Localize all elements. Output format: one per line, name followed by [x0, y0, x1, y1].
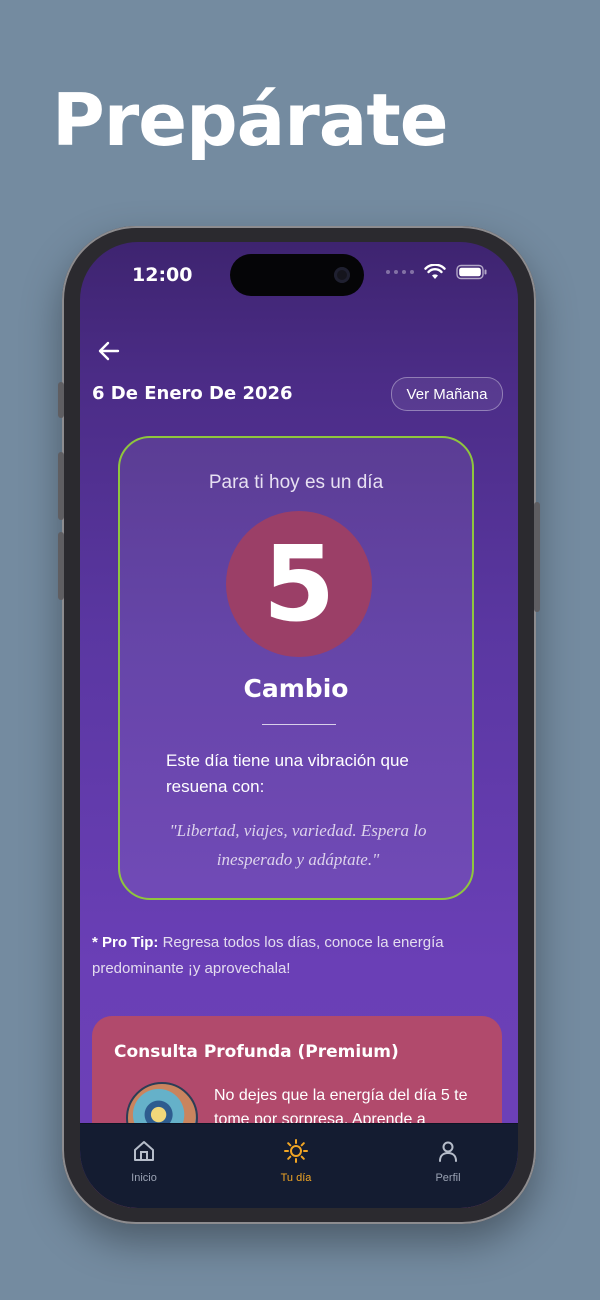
date-label: 6 De Enero De 2026 — [92, 383, 293, 404]
day-number-badge: 5 — [226, 511, 372, 657]
app-screen: 12:00 6 De Enero De 2026 Ver Mañana Para… — [80, 242, 518, 1208]
home-icon — [134, 1141, 154, 1161]
day-number-card: Para ti hoy es un día 5 Cambio Este día … — [118, 436, 474, 900]
signal-icon — [386, 270, 414, 274]
arrow-left-icon — [98, 341, 120, 361]
phone-frame: 12:00 6 De Enero De 2026 Ver Mañana Para… — [58, 226, 540, 1224]
day-quote: "Libertad, viajes, variedad. Espera lo i… — [169, 821, 427, 869]
volume-up-button — [58, 452, 64, 520]
status-icons — [386, 264, 488, 280]
power-button — [534, 502, 540, 612]
tab-tu-dia[interactable]: Tu día — [246, 1138, 346, 1184]
dynamic-island — [230, 254, 364, 296]
tab-bar: Inicio Tu día Perfil — [80, 1123, 518, 1208]
premium-title: Consulta Profunda (Premium) — [114, 1042, 399, 1062]
next-day-button[interactable]: Ver Mañana — [391, 377, 503, 411]
pro-tip: * Pro Tip: Regresa todos los días, conoc… — [92, 930, 492, 982]
action-button — [58, 382, 64, 418]
tab-inicio[interactable]: Inicio — [94, 1138, 194, 1184]
divider — [262, 724, 336, 725]
status-time: 12:00 — [132, 264, 193, 286]
promo-headline: Prepárate — [52, 78, 449, 162]
battery-icon — [456, 264, 487, 280]
card-subtitle: Para ti hoy es un día — [208, 472, 384, 493]
wifi-icon — [424, 264, 446, 279]
tab-label-inicio: Inicio — [131, 1172, 157, 1184]
day-description: Este día tiene una vibración que resuena… — [166, 751, 409, 796]
user-icon — [439, 1141, 457, 1162]
camera-icon — [334, 267, 350, 283]
pro-tip-label: * Pro Tip: — [92, 934, 159, 951]
day-title: Cambio — [243, 674, 349, 703]
tab-label-perfil: Perfil — [435, 1172, 461, 1184]
back-button[interactable] — [92, 334, 126, 368]
tab-label-tu-dia: Tu día — [280, 1172, 312, 1184]
volume-down-button — [58, 532, 64, 600]
sun-icon — [284, 1139, 308, 1163]
tab-perfil[interactable]: Perfil — [398, 1138, 498, 1184]
